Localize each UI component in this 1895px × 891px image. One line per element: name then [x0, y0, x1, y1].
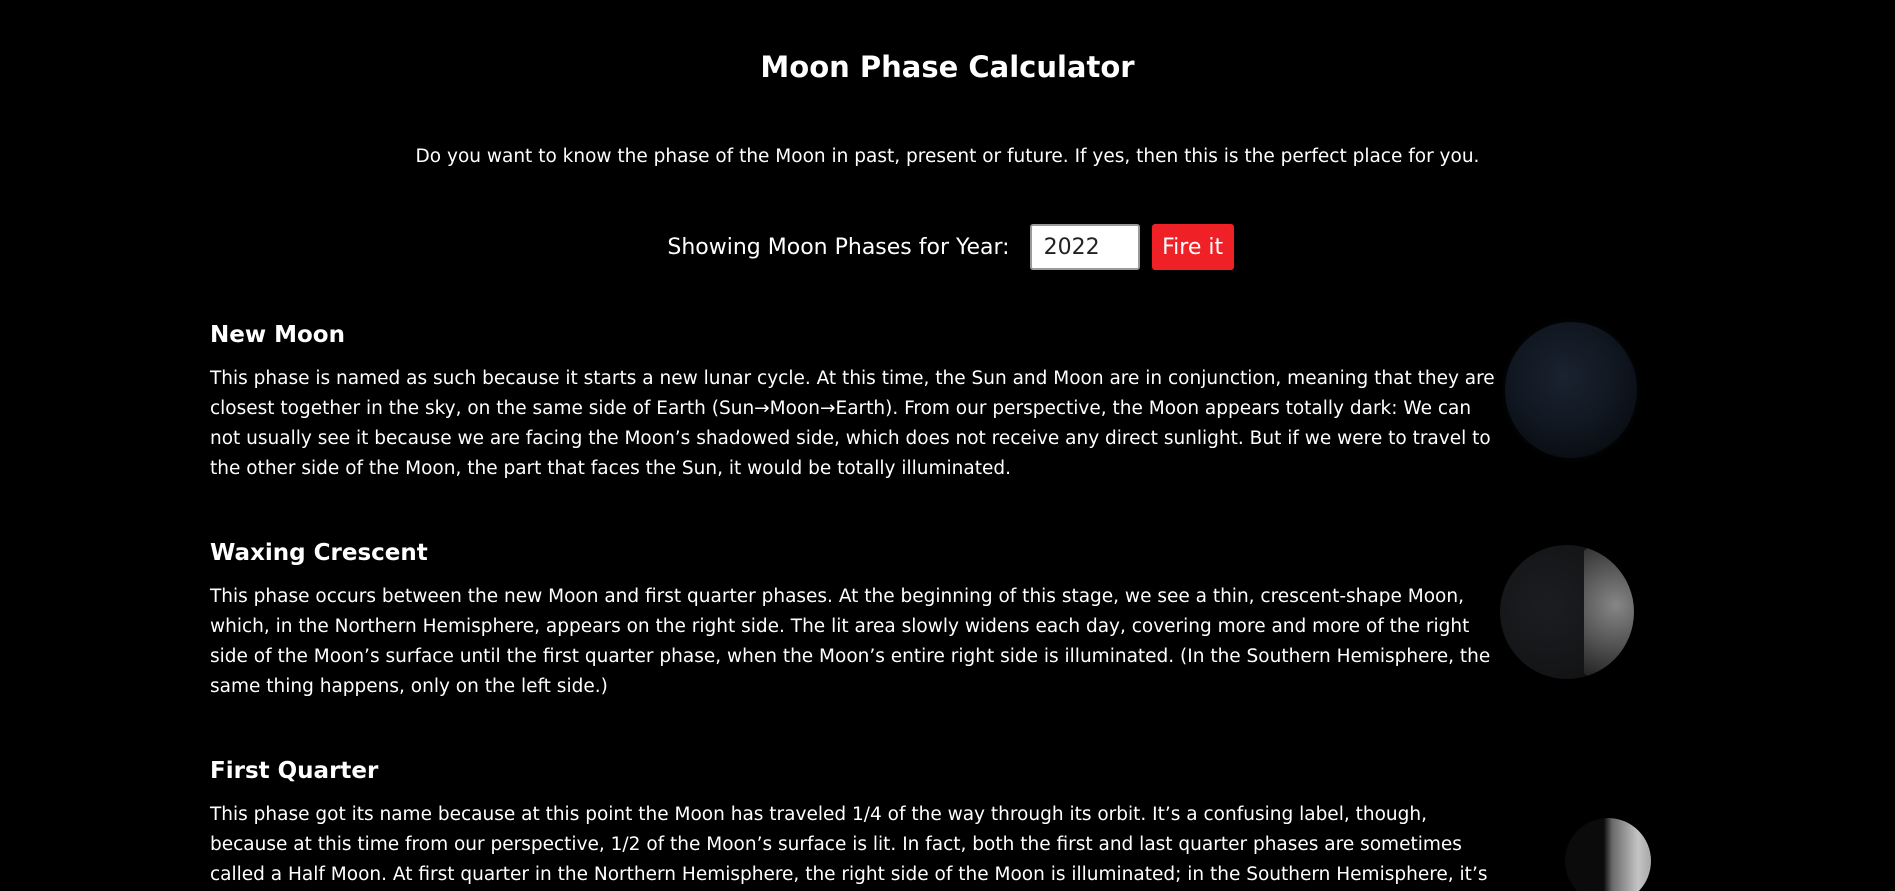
phase-section-waxing-crescent: Waxing Crescent This phase occurs betwee…: [210, 540, 1640, 702]
new-moon-image: [1505, 322, 1637, 458]
moon-phase-page: Moon Phase Calculator Do you want to kno…: [0, 0, 1895, 891]
year-form: Showing Moon Phases for Year: Fire it: [0, 224, 1895, 270]
phase-title: Waxing Crescent: [210, 540, 428, 566]
fire-it-button[interactable]: Fire it: [1151, 224, 1234, 270]
phase-title: First Quarter: [210, 758, 379, 784]
phase-title: New Moon: [210, 322, 345, 348]
year-input[interactable]: [1029, 224, 1140, 270]
phase-description: This phase got its name because at this …: [210, 804, 1488, 885]
phase-description: This phase occurs between the new Moon a…: [210, 586, 1491, 697]
year-label: Showing Moon Phases for Year:: [667, 234, 1010, 260]
intro-text: Do you want to know the phase of the Moo…: [415, 146, 1480, 167]
waxing-crescent-moon-image: [1500, 545, 1634, 679]
phase-section-first-quarter: First Quarter This phase got its name be…: [210, 758, 1640, 891]
page-title: Moon Phase Calculator: [760, 50, 1135, 84]
phase-description: This phase is named as such because it s…: [210, 368, 1495, 479]
phase-section-new-moon: New Moon This phase is named as such bec…: [210, 322, 1640, 484]
